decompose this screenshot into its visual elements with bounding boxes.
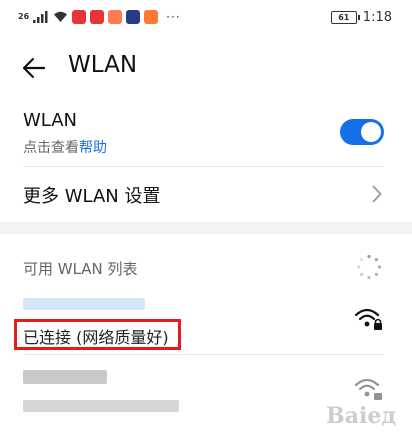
app-notification-icon	[72, 10, 87, 24]
signal-icon	[33, 11, 48, 23]
section-separator	[0, 222, 412, 234]
network-item[interactable]: 已连接 (网络质量好)	[0, 292, 412, 354]
wlan-subtitle: 点击查看帮助	[23, 137, 107, 157]
wlan-toggle-switch[interactable]	[340, 119, 384, 145]
available-networks-header: 可用 WLAN 列表	[23, 260, 138, 278]
more-wlan-settings-row[interactable]: 更多 WLAN 设置	[0, 168, 412, 220]
battery-level: 61	[338, 13, 350, 22]
more-wlan-settings-label: 更多 WLAN 设置	[23, 186, 161, 207]
clock: 1:18	[362, 10, 392, 25]
wlan-subtitle-prefix: 点击查看	[23, 140, 79, 156]
more-notifications-icon: ···	[166, 10, 181, 24]
status-bar-right: 61 1:18	[330, 10, 392, 25]
back-arrow-icon[interactable]	[20, 54, 48, 82]
toggle-knob	[361, 122, 381, 142]
app-notification-icon	[126, 10, 141, 24]
network-item[interactable]: Baiед	[0, 358, 412, 435]
divider	[23, 354, 384, 355]
network-status-blurred	[23, 400, 179, 412]
help-link[interactable]: 帮助	[79, 140, 107, 156]
scanning-spinner-icon	[356, 254, 382, 280]
battery-icon: 61	[330, 11, 360, 24]
divider	[23, 166, 384, 167]
page-title: WLAN	[68, 52, 138, 78]
network-type: 26	[18, 13, 29, 21]
app-notification-icon	[144, 10, 159, 24]
wlan-toggle-row[interactable]: WLAN 点击查看帮助	[0, 104, 412, 166]
chevron-right-icon	[372, 185, 382, 203]
status-bar: 26 ··· 61 1:18	[0, 0, 412, 36]
highlight-annotation	[14, 319, 181, 350]
wifi-locked-icon	[354, 378, 382, 400]
watermark-logo: Baiед	[326, 403, 396, 429]
status-bar-left: 26 ···	[18, 10, 181, 24]
wifi-locked-icon	[354, 308, 382, 330]
network-ssid-blurred	[23, 298, 145, 310]
app-notification-icon	[108, 10, 123, 24]
wifi-status-icon	[54, 11, 68, 22]
app-notification-icon	[90, 10, 105, 24]
network-ssid-blurred	[23, 370, 107, 384]
page-header: WLAN	[0, 40, 412, 96]
network-label: 26	[18, 12, 30, 21]
wlan-title: WLAN	[23, 110, 78, 131]
